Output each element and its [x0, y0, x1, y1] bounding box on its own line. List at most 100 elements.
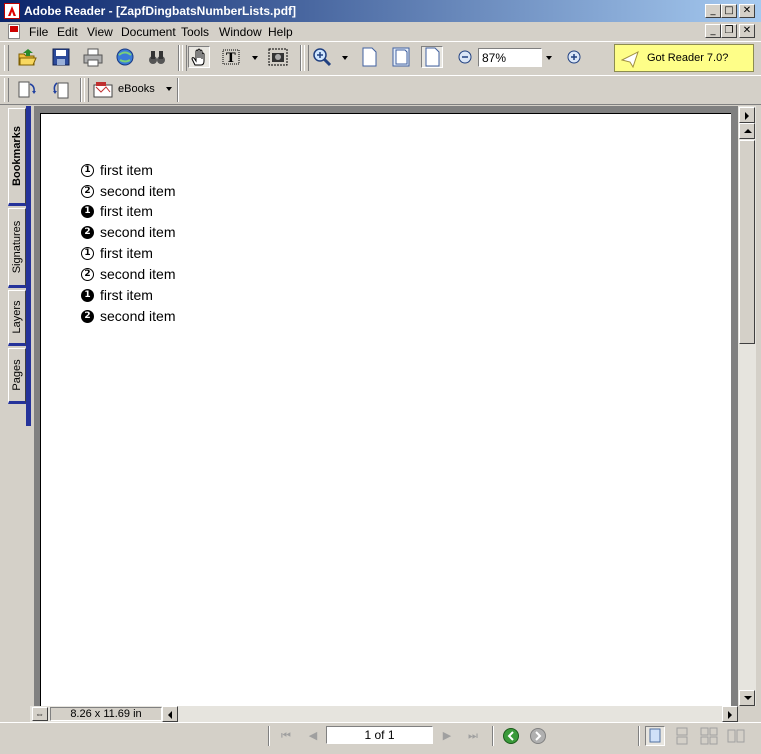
ebooks-button-label[interactable]: eBooks — [118, 83, 155, 95]
close-button[interactable]: ✕ — [739, 4, 755, 18]
options-arrow-button[interactable] — [739, 107, 755, 123]
actual-size-icon[interactable] — [358, 46, 380, 68]
got-reader-promo-button[interactable]: Got Reader 7.0? — [614, 44, 754, 72]
numbered-bullet-icon: 1 — [81, 163, 94, 177]
numbered-bullet-icon: 2 — [81, 184, 94, 198]
tab-layers[interactable]: Layers — [8, 290, 26, 346]
toolbar-grip — [4, 45, 9, 71]
arrow-down-icon — [744, 696, 752, 700]
numbered-bullet-icon: 1 — [81, 246, 94, 260]
toolbar-grip — [304, 45, 309, 71]
list-item: 2 second item — [81, 224, 175, 240]
secondary-toolbar — [0, 75, 761, 105]
continuous-layout-icon[interactable] — [672, 726, 692, 746]
doc-restore-button[interactable]: ❐ — [721, 24, 737, 38]
scroll-down-button[interactable] — [739, 690, 755, 706]
single-page-layout-icon[interactable] — [645, 726, 665, 746]
next-view-icon[interactable] — [530, 728, 546, 744]
arrow-right-icon — [728, 711, 732, 719]
list-item-text: first item — [100, 162, 153, 178]
toolbar-separator — [178, 45, 180, 71]
zoom-out-icon[interactable] — [456, 48, 474, 66]
print-icon[interactable] — [82, 46, 104, 68]
rotate-page-icon[interactable] — [16, 78, 38, 100]
zoom-level-dropdown-icon[interactable] — [546, 56, 552, 60]
tab-signatures[interactable]: Signatures — [8, 208, 26, 288]
fit-width-icon[interactable] — [421, 46, 443, 68]
list-item-text: first item — [100, 287, 153, 303]
zoom-in-tool-icon[interactable] — [311, 46, 333, 68]
scroll-right-button[interactable] — [722, 706, 738, 722]
zoom-level-field[interactable]: 87% — [478, 48, 542, 67]
scroll-up-button[interactable] — [739, 123, 755, 139]
tab-layers-label: Layers — [11, 300, 23, 334]
zoom-tool-dropdown-icon[interactable] — [342, 56, 348, 60]
page-size-toggle[interactable]: ⇔ — [32, 707, 48, 721]
tab-bookmarks[interactable]: Bookmarks — [8, 108, 26, 206]
got-reader-label: Got Reader 7.0? — [647, 52, 729, 64]
numbered-bullet-icon: 2 — [81, 267, 94, 281]
svg-text:T: T — [226, 51, 236, 66]
list-item-text: second item — [100, 308, 176, 324]
previous-view-icon[interactable] — [503, 728, 519, 744]
menu-bar: File Edit View Document Tools Window Hel… — [0, 22, 761, 41]
previous-page-icon[interactable]: ◀ — [306, 729, 320, 743]
list-item-text: first item — [100, 245, 153, 261]
fit-page-icon[interactable] — [390, 46, 412, 68]
rotate-view-icon[interactable] — [50, 78, 72, 100]
adobe-reader-app-icon[interactable] — [4, 3, 20, 19]
tab-pages[interactable]: Pages — [8, 348, 26, 404]
numbered-bullet-icon: 2 — [81, 225, 94, 239]
arrow-right-icon — [745, 112, 749, 120]
menu-document[interactable]: Document — [121, 25, 176, 39]
next-page-icon[interactable]: ▶ — [440, 729, 454, 743]
maximize-button[interactable]: □ — [721, 4, 737, 18]
tab-bookmarks-label: Bookmarks — [11, 126, 23, 186]
pdf-page[interactable] — [40, 113, 731, 706]
list-item: 1 first item — [81, 203, 153, 219]
ebooks-dropdown-icon[interactable] — [166, 87, 172, 91]
first-page-icon[interactable]: ⏮ — [279, 729, 293, 743]
menu-file[interactable]: File — [29, 25, 48, 39]
paper-plane-icon — [621, 51, 639, 68]
ebooks-icon[interactable] — [92, 79, 114, 101]
window-title: Adobe Reader - [ZapfDingbatsNumberLists.… — [24, 4, 297, 18]
toolbar-separator — [300, 45, 302, 71]
search-binoculars-icon[interactable] — [146, 46, 168, 68]
menu-edit[interactable]: Edit — [57, 25, 78, 39]
hand-tool-icon[interactable] — [188, 46, 210, 68]
scroll-left-button[interactable] — [162, 706, 178, 722]
menu-window[interactable]: Window — [219, 25, 262, 39]
list-item: 1 first item — [81, 287, 153, 303]
zoom-in-icon[interactable] — [565, 48, 583, 66]
toolbar-grip — [4, 78, 9, 102]
text-tool-dropdown-icon[interactable] — [252, 56, 258, 60]
list-item: 1 first item — [81, 162, 153, 178]
open-icon[interactable] — [16, 46, 38, 68]
save-icon[interactable] — [50, 46, 72, 68]
vertical-scroll-thumb[interactable] — [739, 140, 755, 344]
facing-layout-icon[interactable] — [726, 726, 746, 746]
statusbar-separator — [268, 726, 270, 746]
document-icon[interactable] — [8, 24, 20, 39]
doc-minimize-button[interactable]: _ — [705, 24, 721, 38]
toolbar-grip — [182, 45, 187, 71]
email-icon[interactable] — [114, 46, 136, 68]
text-select-tool-icon[interactable]: T — [220, 46, 242, 68]
page-size-readout: 8.26 x 11.69 in — [50, 707, 162, 721]
menu-view[interactable]: View — [87, 25, 113, 39]
tab-pages-label: Pages — [11, 359, 23, 391]
continuous-facing-layout-icon[interactable] — [699, 726, 719, 746]
menu-tools[interactable]: Tools — [181, 25, 209, 39]
last-page-icon[interactable]: ⏭ — [466, 729, 480, 743]
page-number-field[interactable]: 1 of 1 — [326, 726, 433, 744]
toolbar-grip — [84, 78, 89, 102]
nav-tab-strip — [26, 106, 31, 426]
doc-close-button[interactable]: ✕ — [739, 24, 755, 38]
toolbar-separator — [177, 78, 179, 102]
menu-help[interactable]: Help — [268, 25, 293, 39]
snapshot-tool-icon[interactable] — [267, 46, 289, 68]
minimize-button[interactable]: _ — [705, 4, 721, 18]
list-item: 2 second item — [81, 308, 175, 324]
list-item: 2 second item — [81, 266, 175, 282]
